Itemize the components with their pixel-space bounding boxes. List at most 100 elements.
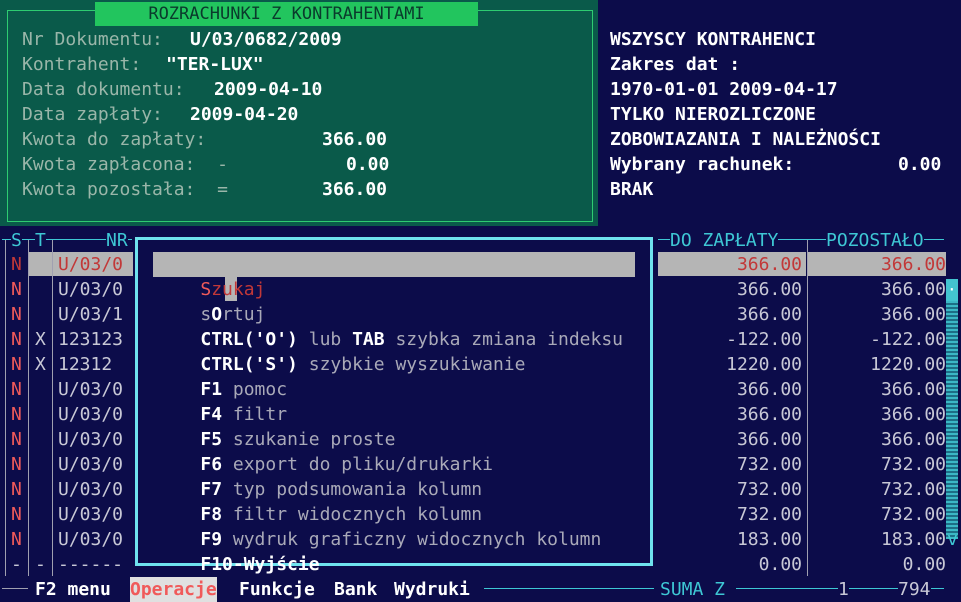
cell-do-zaplaty: 1220.00	[726, 354, 802, 375]
col-header-do-zaplaty[interactable]: DO ZAPŁATY	[670, 228, 779, 253]
cell-do-zaplaty: 732.00	[736, 504, 802, 525]
cell-do-zaplaty: 366.00	[736, 379, 802, 400]
filter-contractors: WSZYSCY KONTRAHENCI	[610, 29, 816, 50]
doc-date-label: Data dokumentu:	[22, 79, 185, 100]
cell-do-zaplaty: 366.00	[736, 254, 802, 275]
menu-wydruki[interactable]: Wydruki	[394, 577, 470, 602]
cell-nr: U/03/0	[58, 504, 124, 525]
cell-do-zaplaty: 366.00	[736, 429, 802, 450]
cell-s: N	[11, 404, 22, 425]
menu-funkcje[interactable]: Funkcje	[239, 577, 315, 602]
cell-pozostalo: 366.00	[880, 429, 946, 450]
pay-date-label: Data zapłaty:	[22, 104, 163, 125]
col-sep	[28, 240, 29, 576]
cell-t: -	[35, 554, 46, 575]
cell-s: N	[11, 379, 22, 400]
col-header-pozostalo[interactable]: POZOSTAŁO	[826, 228, 924, 253]
amount-due-label: Kwota do zapłaty:	[22, 129, 207, 150]
cell-t: X	[35, 329, 46, 350]
filter-none: BRAK	[610, 179, 654, 200]
cell-s: N	[11, 504, 22, 525]
cell-s: N	[11, 454, 22, 475]
cell-s: N	[11, 279, 22, 300]
cell-nr: U/03/0	[58, 529, 124, 550]
cell-pozostalo: 366.00	[880, 254, 946, 275]
bottom-rule	[484, 588, 654, 589]
cell-do-zaplaty: -122.00	[726, 329, 802, 350]
amount-due-value: 366.00	[322, 129, 388, 150]
amount-left-label: Kwota pozostała: =	[22, 179, 228, 200]
cell-pozostalo: 1220.00	[870, 354, 946, 375]
col-sep	[5, 240, 6, 576]
cell-pozostalo: 366.00	[880, 379, 946, 400]
cell-pozostalo: -122.00	[870, 329, 946, 350]
cell-pozostalo: 732.00	[880, 454, 946, 475]
cell-pozostalo: 0.00	[902, 554, 946, 575]
bottom-rule	[2, 588, 28, 589]
col-sep	[52, 240, 53, 576]
cell-s: N	[11, 329, 22, 350]
scroll-up-arrow[interactable]: ·	[947, 277, 957, 302]
cell-do-zaplaty: 0.00	[758, 554, 802, 575]
cell-s: N	[11, 429, 22, 450]
cell-nr: U/03/0	[58, 379, 124, 400]
cell-do-zaplaty: 366.00	[736, 404, 802, 425]
selected-account-label: Wybrany rachunek:	[610, 154, 795, 175]
scroll-down-arrow[interactable]: v	[947, 527, 958, 552]
menu-key: F10-Wyjście	[200, 554, 320, 575]
doc-number-value: U/03/0682/2009	[190, 29, 342, 50]
amount-paid-label: Kwota zapłacona: -	[22, 154, 228, 175]
cell-s: N	[11, 254, 22, 275]
contractor-value: "TER-LUX"	[166, 54, 264, 75]
cell-nr: U/03/0	[58, 254, 124, 275]
cell-pozostalo: 366.00	[880, 279, 946, 300]
menu-operacje[interactable]: Operacje	[130, 577, 217, 602]
doc-number-label: Nr Dokumentu:	[22, 29, 163, 50]
menu-item-label: szybkie wyszukiwanie	[297, 354, 526, 375]
selected-row-bg	[29, 252, 52, 276]
cell-s: N	[11, 479, 22, 500]
document-info-panel: ROZRACHUNKI Z KONTRAHENTAMI Nr Dokumentu…	[0, 0, 598, 226]
cell-do-zaplaty: 732.00	[736, 479, 802, 500]
pay-date-value: 2009-04-20	[190, 104, 299, 125]
cell-nr: U/03/1	[58, 304, 124, 325]
cell-pozostalo: 366.00	[880, 404, 946, 425]
amount-paid-value: 0.00	[346, 154, 390, 175]
operations-menu: Szukaj sOrtuj CTRL('O') lub TAB szybka z…	[135, 237, 653, 575]
filter-date-range-label: Zakres dat :	[610, 54, 741, 75]
amount-left-value: 366.00	[322, 179, 388, 200]
contractor-label: Kontrahent:	[22, 54, 142, 75]
selected-account-value: 0.00	[898, 154, 942, 175]
menu-bank[interactable]: Bank	[334, 577, 377, 602]
cell-t: X	[35, 354, 46, 375]
col-header-nr[interactable]: NR	[106, 228, 128, 253]
cell-nr: 123123	[58, 329, 124, 350]
filter-type: ZOBOWIAZANIA I NALEŻNOŚCI	[610, 129, 881, 150]
record-count: 794	[898, 577, 931, 602]
scrollbar-track[interactable]	[946, 279, 958, 539]
cell-pozostalo: 732.00	[880, 504, 946, 525]
cell-nr: ------	[58, 554, 124, 575]
cell-s: N	[11, 529, 22, 550]
cell-do-zaplaty: 366.00	[736, 279, 802, 300]
cell-s: -	[11, 554, 22, 575]
filter-unsettled: TYLKO NIEROZLICZONE	[610, 104, 816, 125]
cell-pozostalo: 732.00	[880, 479, 946, 500]
sum-label: SUMA Z	[660, 577, 726, 602]
cell-nr: U/03/0	[58, 279, 124, 300]
bottom-menu-bar: F2 menu Operacje Funkcje Bank Wydruki SU…	[0, 576, 961, 602]
cell-do-zaplaty: 732.00	[736, 454, 802, 475]
f2-menu-button[interactable]: F2 menu	[35, 577, 111, 602]
cell-nr: U/03/0	[58, 404, 124, 425]
doc-date-value: 2009-04-10	[214, 79, 323, 100]
filter-date-range: 1970-01-01 2009-04-17	[610, 79, 838, 100]
col-header-t[interactable]: T	[35, 228, 46, 253]
col-header-s[interactable]: S	[11, 228, 22, 253]
cell-nr: 12312	[58, 354, 113, 375]
cell-do-zaplaty: 183.00	[736, 529, 802, 550]
cell-nr: U/03/0	[58, 479, 124, 500]
cell-nr: U/03/0	[58, 454, 124, 475]
record-position: 1	[838, 577, 849, 602]
col-sep	[807, 240, 808, 576]
cell-pozostalo: 183.00	[880, 529, 946, 550]
